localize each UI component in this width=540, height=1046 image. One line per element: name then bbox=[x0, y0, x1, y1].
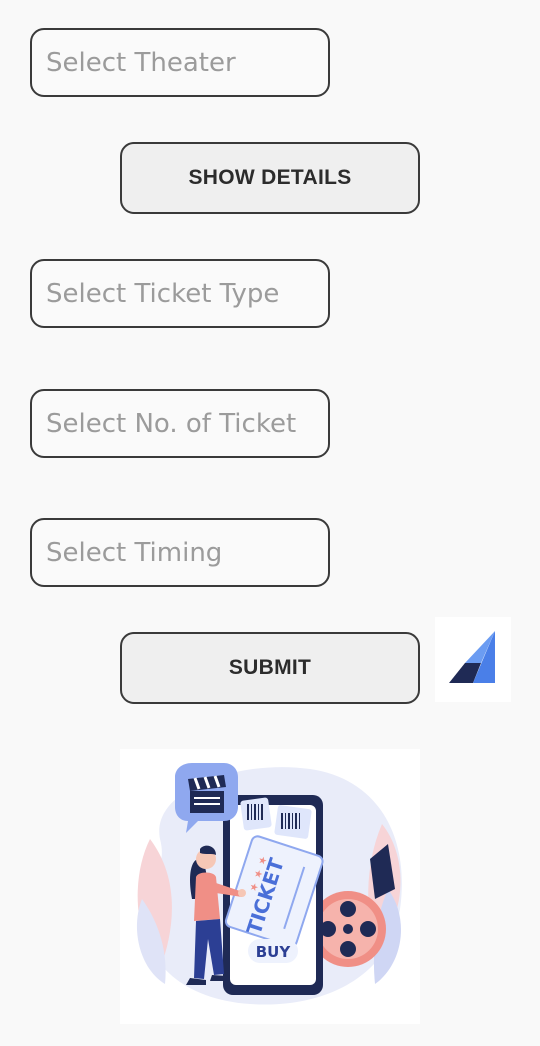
show-details-label: SHOW DETAILS bbox=[188, 166, 352, 189]
ticket-type-placeholder: Select Ticket Type bbox=[46, 278, 280, 309]
app-logo-icon bbox=[449, 631, 495, 683]
timing-placeholder: Select Timing bbox=[46, 537, 223, 568]
ticket-count-placeholder: Select No. of Ticket bbox=[46, 408, 297, 439]
theater-select-placeholder: Select Theater bbox=[46, 47, 236, 78]
timing-select[interactable]: Select Timing bbox=[30, 518, 330, 587]
submit-button[interactable]: SUBMIT bbox=[120, 632, 420, 704]
show-details-button[interactable]: SHOW DETAILS bbox=[120, 142, 420, 214]
ticket-booking-illustration: TICKET ★ ★ ★ BUY bbox=[120, 749, 420, 1024]
buy-text: BUY bbox=[256, 943, 292, 961]
ticket-count-select[interactable]: Select No. of Ticket bbox=[30, 389, 330, 458]
submit-label: SUBMIT bbox=[228, 656, 312, 679]
ticket-type-select[interactable]: Select Ticket Type bbox=[30, 259, 330, 328]
app-logo bbox=[435, 617, 511, 702]
theater-select[interactable]: Select Theater bbox=[30, 28, 330, 97]
